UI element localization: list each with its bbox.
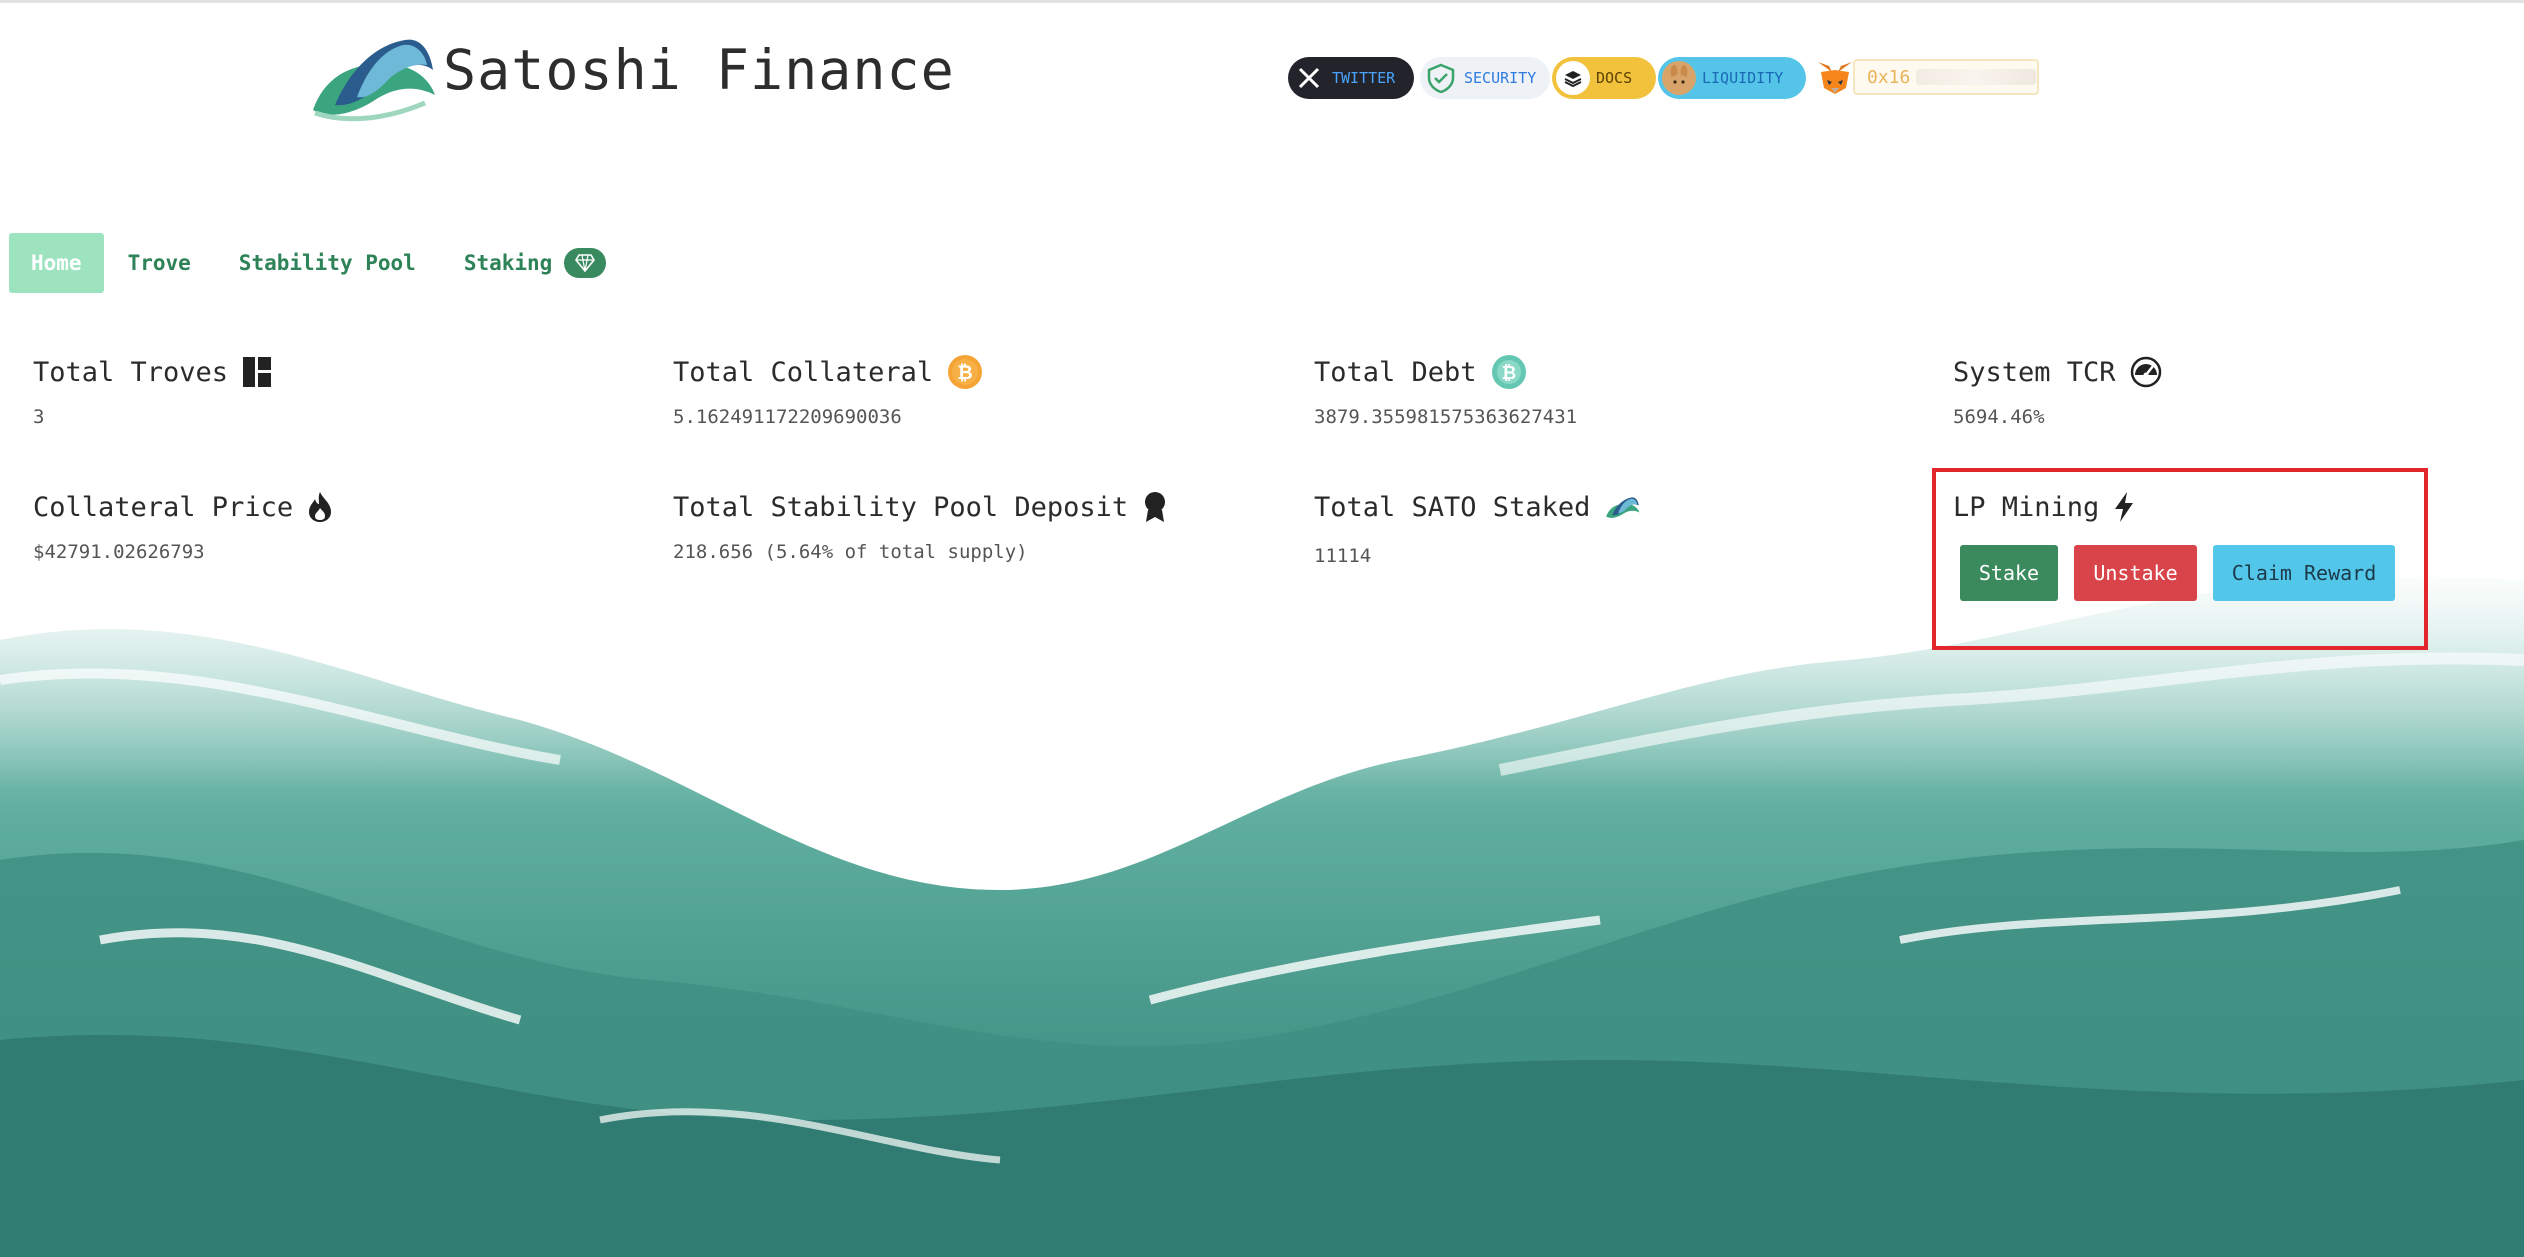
docs-link[interactable]: DOCS [1552, 57, 1656, 99]
stat-value: 218.656 (5.64% of total supply) [673, 541, 1028, 563]
main-nav: Home Trove Stability Pool Staking [9, 233, 632, 293]
stat-value: 3 [33, 406, 45, 428]
nav-staking[interactable]: Staking [442, 233, 629, 293]
stat-total-sato-staked: Total SATO Staked 11114 [1314, 487, 1640, 567]
stat-title: Total SATO Staked [1314, 491, 1591, 523]
gauge-icon [2130, 356, 2162, 388]
gitbook-icon [1556, 61, 1590, 95]
nav-trove[interactable]: Trove [106, 233, 213, 293]
sat-token-icon: ₿ [1491, 354, 1527, 390]
dashboard-grid-icon [242, 356, 272, 388]
wallet-address-text: 0x16 [1867, 66, 1911, 88]
stat-title: Total Troves [33, 356, 229, 388]
stat-system-tcr: System TCR 5694.46% [1953, 352, 2162, 428]
satoshi-logo-icon [313, 39, 435, 122]
top-border [0, 0, 2524, 3]
stat-title: Total Collateral [673, 356, 934, 388]
bitcoin-icon: ₿ [947, 354, 983, 390]
stat-collateral-price: Collateral Price $42791.02626793 [33, 487, 333, 563]
address-redaction [1916, 69, 2037, 85]
stat-total-debt: Total Debt ₿ 3879.355981575363627431 [1314, 352, 1577, 428]
nav-staking-label: Staking [463, 251, 553, 275]
stat-title: Total Debt [1314, 356, 1477, 388]
svg-text:₿: ₿ [957, 362, 972, 384]
stat-value: 11114 [1314, 545, 1372, 567]
award-ribbon-icon [1142, 491, 1168, 523]
twitter-link[interactable]: TWITTER [1288, 57, 1414, 99]
lp-mining-highlight-box [1932, 468, 2428, 650]
pancakeswap-bunny-icon [1662, 61, 1696, 95]
security-link[interactable]: SECURITY [1420, 57, 1550, 99]
wallet-address[interactable]: 0x16 [1853, 59, 2039, 95]
x-logo-icon [1292, 61, 1326, 95]
liquidity-link[interactable]: LIQUIDITY [1658, 57, 1806, 99]
nav-stability-pool[interactable]: Stability Pool [217, 233, 438, 293]
twitter-label: TWITTER [1332, 69, 1396, 87]
brand-name: Satoshi Finance [443, 38, 955, 102]
stat-total-collateral: Total Collateral ₿ 5.162491172209690036 [673, 352, 983, 428]
sato-logo-icon [1604, 493, 1640, 521]
flame-icon [307, 491, 333, 523]
stat-title: System TCR [1953, 356, 2116, 388]
stat-value: 5.162491172209690036 [673, 406, 902, 428]
liquidity-label: LIQUIDITY [1702, 69, 1784, 87]
stat-stability-pool-deposit: Total Stability Pool Deposit 218.656 (5.… [673, 487, 1168, 563]
stat-value: 3879.355981575363627431 [1314, 406, 1578, 428]
stat-title: Collateral Price [33, 491, 294, 523]
svg-text:₿: ₿ [1501, 363, 1516, 384]
stat-total-troves: Total Troves 3 [33, 352, 272, 428]
stat-value: 5694.46% [1953, 406, 2045, 428]
stat-title: Total Stability Pool Deposit [673, 491, 1129, 523]
ocean-wave-background [0, 560, 2524, 1257]
docs-label: DOCS [1596, 69, 1633, 87]
stat-value: $42791.02626793 [33, 541, 205, 563]
shield-check-icon [1424, 61, 1458, 95]
diamond-icon [564, 248, 607, 278]
nav-home[interactable]: Home [9, 233, 104, 293]
metamask-fox-icon[interactable] [1815, 58, 1855, 98]
security-label: SECURITY [1464, 69, 1537, 87]
